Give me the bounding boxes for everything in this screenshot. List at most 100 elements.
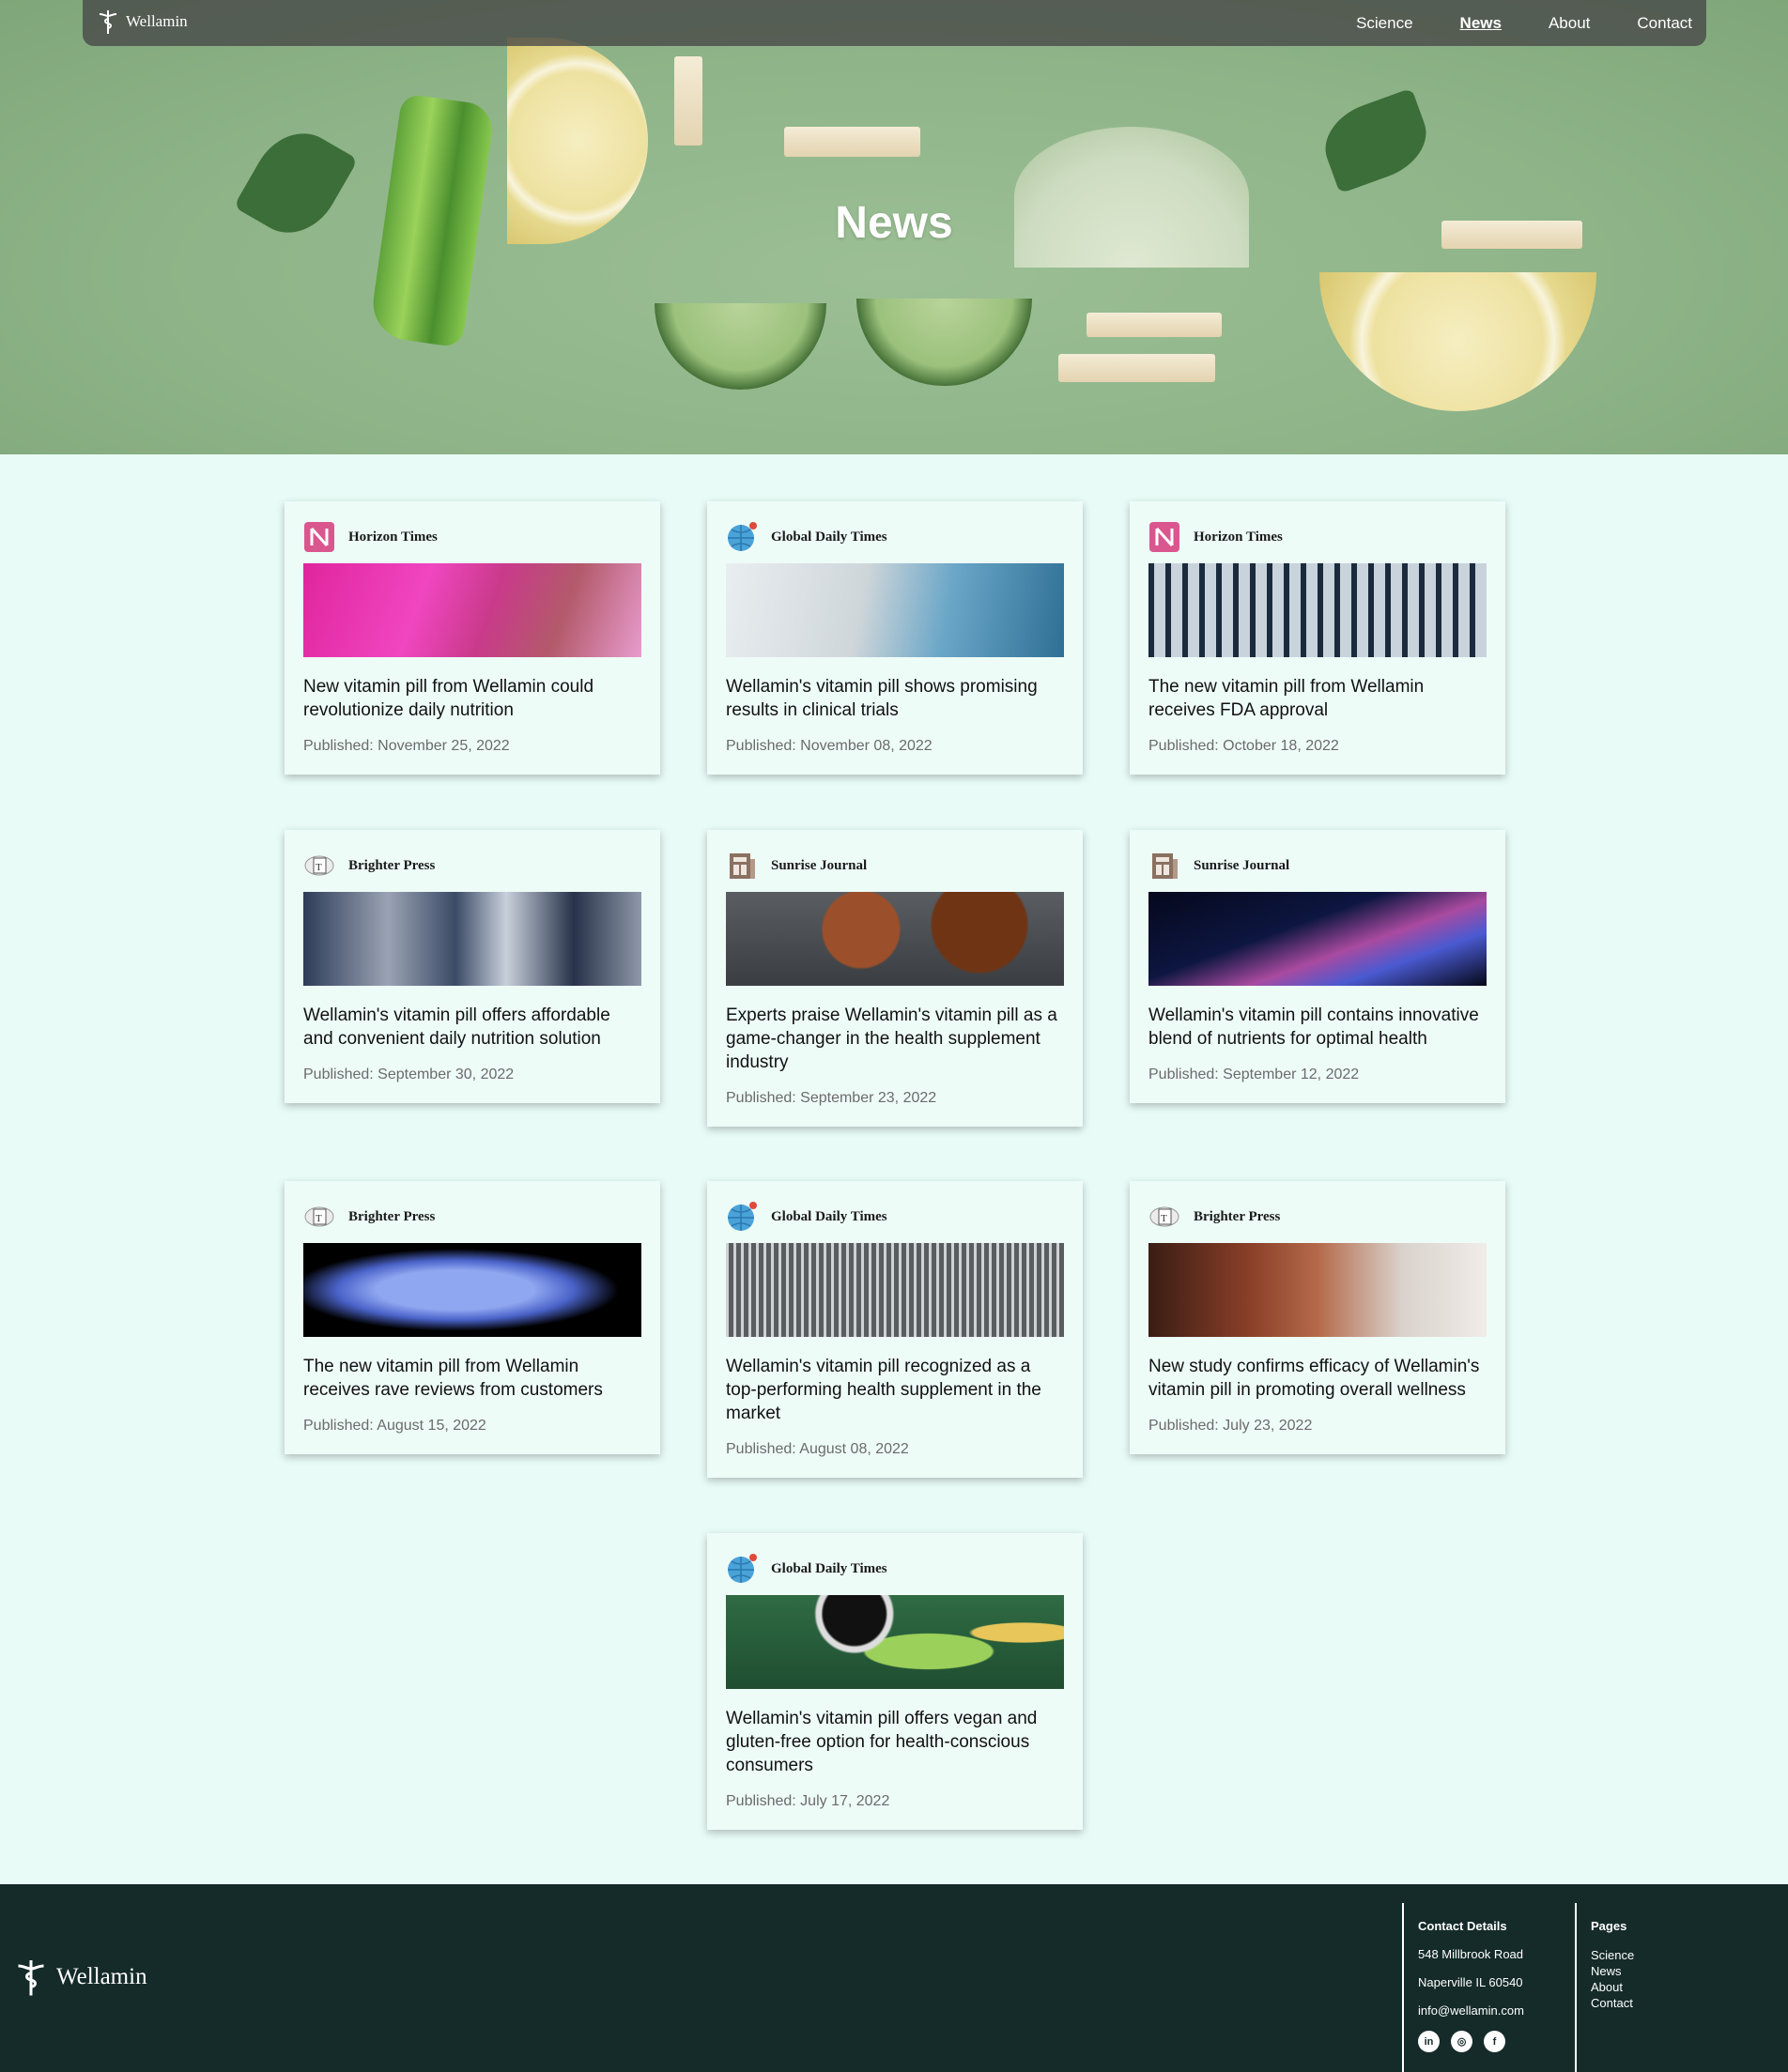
source-name: Brighter Press [1194, 1208, 1281, 1224]
source-name: Brighter Press [348, 857, 436, 873]
brand-logo[interactable]: Wellamin [96, 8, 188, 35]
news-card[interactable]: T Brighter Press The new vitamin pill fr… [285, 1181, 660, 1454]
article-title[interactable]: New study confirms efficacy of Wellamin'… [1148, 1355, 1487, 1402]
nav-links: Science News About Contact [1356, 0, 1706, 46]
parsley-decoration [1314, 87, 1438, 194]
news-card[interactable]: T Brighter Press New study confirms effi… [1130, 1181, 1505, 1454]
top-navbar: Wellamin Science News About Contact [83, 0, 1706, 46]
news-card[interactable]: Global Daily Times Wellamin's vitamin pi… [707, 501, 1083, 775]
contact-details: Contact Details 548 Millbrook Road Naper… [1402, 1903, 1576, 2072]
nav-news[interactable]: News [1460, 14, 1502, 33]
news-source: T Brighter Press [1148, 1198, 1487, 1236]
hero-banner: News [0, 0, 1788, 454]
nav-about[interactable]: About [1549, 14, 1590, 33]
email-link[interactable]: info@wellamin.com [1418, 2003, 1576, 2018]
news-source: Global Daily Times [726, 1550, 1064, 1588]
horizon-times-icon [1148, 521, 1180, 553]
news-card[interactable]: Sunrise Journal Wellamin's vitamin pill … [1130, 830, 1505, 1103]
globe-icon [726, 521, 758, 553]
globe-icon [726, 1553, 758, 1585]
lemon-decoration [1319, 272, 1596, 411]
news-card[interactable]: Horizon Times New vitamin pill from Well… [285, 501, 660, 775]
published-date: Published: November 25, 2022 [303, 738, 510, 754]
article-image[interactable] [1148, 563, 1487, 657]
article-image[interactable] [303, 1243, 641, 1337]
source-name: Brighter Press [348, 1208, 436, 1224]
published-date: Published: July 23, 2022 [1148, 1418, 1313, 1434]
article-title[interactable]: New vitamin pill from Wellamin could rev… [303, 675, 641, 722]
article-title[interactable]: Wellamin's vitamin pill contains innovat… [1148, 1004, 1487, 1051]
nav-contact[interactable]: Contact [1637, 14, 1692, 33]
news-card[interactable]: Global Daily Times Wellamin's vitamin pi… [707, 1181, 1083, 1478]
site-footer: Wellamin Contact Details 548 Millbrook R… [0, 1884, 1788, 2072]
footer-link-news[interactable]: News [1591, 1964, 1716, 1978]
article-image[interactable] [1148, 892, 1487, 986]
celery-decoration [1058, 354, 1215, 382]
footer-link-science[interactable]: Science [1591, 1948, 1716, 1962]
news-source: Horizon Times [303, 518, 641, 556]
news-card[interactable]: Horizon Times The new vitamin pill from … [1130, 501, 1505, 775]
article-title[interactable]: Wellamin's vitamin pill shows promising … [726, 675, 1064, 722]
news-source: Sunrise Journal [726, 847, 1064, 884]
brand-name: Wellamin [126, 12, 188, 30]
source-name: Horizon Times [1194, 529, 1283, 545]
article-title[interactable]: Experts praise Wellamin's vitamin pill a… [726, 1004, 1064, 1074]
source-name: Global Daily Times [771, 529, 887, 545]
article-image[interactable] [303, 892, 641, 986]
press-icon: T [1148, 1201, 1180, 1233]
footer-link-contact[interactable]: Contact [1591, 1996, 1716, 2010]
newspaper-icon [1148, 850, 1180, 882]
published-date: Published: September 12, 2022 [1148, 1067, 1360, 1082]
news-card[interactable]: Global Daily Times Wellamin's vitamin pi… [707, 1533, 1083, 1830]
source-name: Sunrise Journal [771, 857, 868, 873]
published-date: Published: September 23, 2022 [726, 1090, 937, 1106]
press-icon: T [303, 850, 335, 882]
article-title[interactable]: Wellamin's vitamin pill recognized as a … [726, 1355, 1064, 1425]
address-line-2: Naperville IL 60540 [1418, 1975, 1523, 1989]
article-title[interactable]: Wellamin's vitamin pill offers vegan and… [726, 1707, 1064, 1777]
cucumber-decoration [655, 303, 826, 390]
news-source: Horizon Times [1148, 518, 1487, 556]
news-source: Global Daily Times [726, 518, 1064, 556]
news-card[interactable]: Sunrise Journal Experts praise Wellamin'… [707, 830, 1083, 1127]
article-image[interactable] [726, 892, 1064, 986]
source-name: Horizon Times [348, 529, 438, 545]
published-date: Published: September 30, 2022 [303, 1067, 515, 1082]
celery-decoration [784, 127, 920, 157]
svg-text:T: T [1161, 1213, 1167, 1224]
svg-text:T: T [316, 862, 322, 873]
source-name: Global Daily Times [771, 1560, 887, 1576]
linkedin-icon[interactable]: in [1418, 2031, 1440, 2052]
article-title[interactable]: Wellamin's vitamin pill offers affordabl… [303, 1004, 641, 1051]
article-image[interactable] [726, 1595, 1064, 1689]
celery-decoration [674, 56, 702, 146]
news-source: T Brighter Press [303, 1198, 641, 1236]
article-image[interactable] [726, 1243, 1064, 1337]
news-source: Sunrise Journal [1148, 847, 1487, 884]
published-date: Published: August 08, 2022 [726, 1441, 909, 1457]
svg-text:T: T [316, 1213, 322, 1224]
news-card[interactable]: T Brighter Press Wellamin's vitamin pill… [285, 830, 660, 1103]
article-title[interactable]: The new vitamin pill from Wellamin recei… [1148, 675, 1487, 722]
celery-decoration [1087, 313, 1222, 337]
footer-brand[interactable]: Wellamin [11, 1957, 147, 1997]
nav-science[interactable]: Science [1356, 14, 1412, 33]
article-image[interactable] [726, 563, 1064, 657]
press-icon: T [303, 1201, 335, 1233]
published-date: Published: July 17, 2022 [726, 1793, 890, 1809]
social-links: in ◎ f [1418, 2031, 1576, 2052]
source-name: Global Daily Times [771, 1208, 887, 1224]
caduceus-icon [99, 10, 117, 34]
facebook-icon[interactable]: f [1484, 2031, 1505, 2052]
published-date: Published: October 18, 2022 [1148, 738, 1339, 754]
published-date: Published: November 08, 2022 [726, 738, 933, 754]
instagram-icon[interactable]: ◎ [1451, 2031, 1472, 2052]
article-image[interactable] [303, 563, 641, 657]
cucumber-decoration [856, 299, 1032, 386]
article-title[interactable]: The new vitamin pill from Wellamin recei… [303, 1355, 641, 1402]
footer-link-about[interactable]: About [1591, 1980, 1716, 1994]
news-source: Global Daily Times [726, 1198, 1064, 1236]
article-image[interactable] [1148, 1243, 1487, 1337]
published-date: Published: August 15, 2022 [303, 1418, 486, 1434]
pages-links: Pages Science News About Contact [1575, 1903, 1716, 2072]
